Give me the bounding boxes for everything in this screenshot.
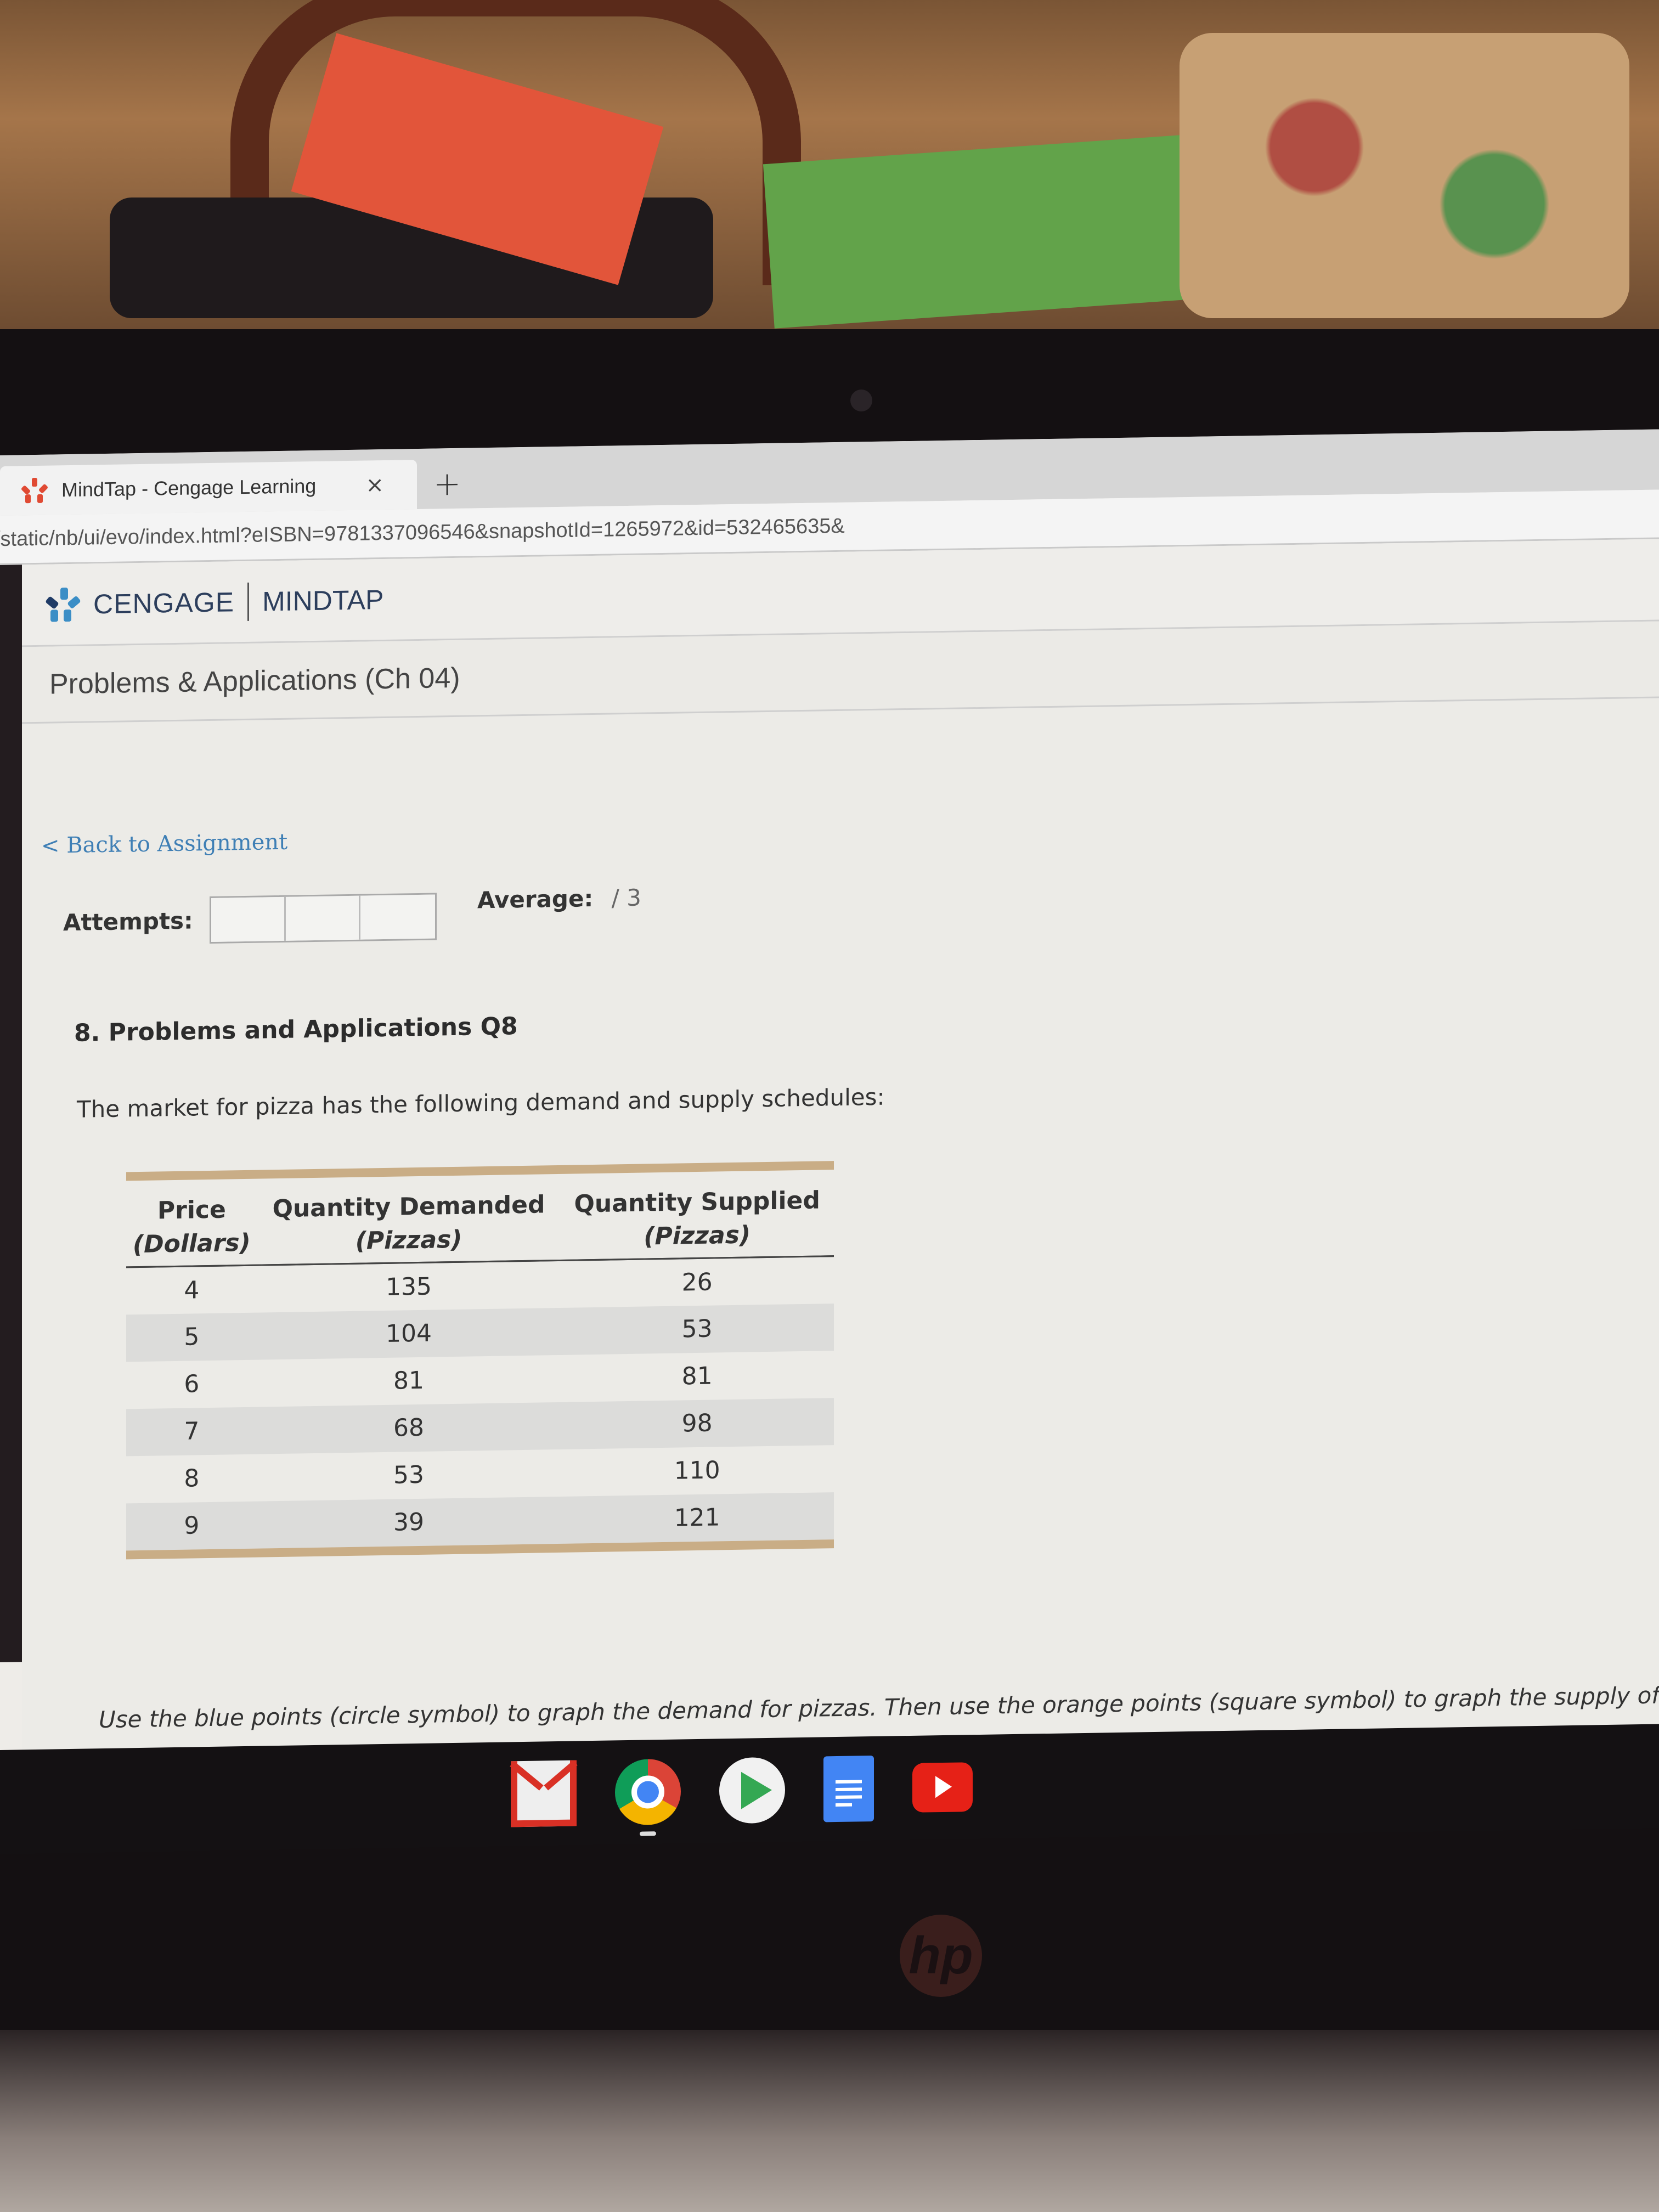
cell-supplied: 53 bbox=[560, 1303, 834, 1355]
question-intro: The market for pizza has the following d… bbox=[77, 1083, 885, 1123]
average-value: / 3 bbox=[611, 884, 641, 912]
header-quantity-supplied: Quantity Supplied bbox=[574, 1186, 820, 1218]
cell-price: 7 bbox=[126, 1407, 257, 1456]
close-tab-icon[interactable]: × bbox=[365, 472, 384, 498]
cell-supplied: 81 bbox=[681, 1362, 713, 1391]
cell-supplied: 26 bbox=[681, 1268, 713, 1297]
cell-supplied: 121 bbox=[560, 1492, 834, 1544]
cell-price: 6 bbox=[184, 1370, 200, 1398]
brand-cengage: CENGAGE bbox=[93, 586, 235, 619]
average-label: Average: bbox=[477, 885, 594, 914]
hp-logo: hp bbox=[900, 1915, 982, 1997]
mindtap-page: CENGAGE MINDTAP Problems & Applications … bbox=[22, 539, 1659, 1838]
question-title: 8. Problems and Applications Q8 bbox=[74, 1012, 518, 1047]
play-store-icon[interactable] bbox=[719, 1757, 785, 1824]
youtube-icon[interactable] bbox=[912, 1762, 973, 1813]
keyboard-deck bbox=[0, 2030, 1659, 2212]
header-supplied-unit: (Pizzas) bbox=[560, 1214, 834, 1261]
attempt-boxes bbox=[209, 893, 437, 944]
gmail-icon[interactable] bbox=[511, 1760, 577, 1827]
webcam bbox=[850, 390, 872, 411]
header-demanded-unit: (Pizzas) bbox=[257, 1218, 561, 1266]
schedule-table: Price Quantity Demanded Quantity Supplie… bbox=[126, 1161, 834, 1559]
attempt-slot bbox=[211, 896, 286, 942]
brand-mindtap: MINDTAP bbox=[262, 584, 384, 617]
attempts-label: Attempts: bbox=[63, 906, 193, 936]
cell-price: 9 bbox=[126, 1501, 257, 1550]
tab-title: MindTap - Cengage Learning bbox=[61, 474, 317, 501]
new-tab-button[interactable]: + bbox=[433, 465, 461, 504]
cell-demanded: 104 bbox=[257, 1307, 561, 1360]
running-indicator bbox=[640, 1831, 656, 1836]
cell-supplied: 110 bbox=[674, 1456, 720, 1485]
cell-demanded: 81 bbox=[393, 1366, 425, 1395]
google-docs-icon[interactable] bbox=[823, 1755, 874, 1822]
background-room-photo bbox=[0, 0, 1659, 340]
cell-demanded: 68 bbox=[257, 1402, 561, 1454]
cengage-favicon-icon bbox=[20, 477, 49, 504]
back-to-assignment-link[interactable]: < Back to Assignment bbox=[41, 830, 287, 859]
cell-price: 4 bbox=[184, 1276, 200, 1305]
chrome-icon[interactable] bbox=[615, 1758, 681, 1836]
page-title: Problems & Applications (Ch 04) bbox=[49, 662, 460, 701]
cengage-logo-icon bbox=[44, 585, 82, 624]
attempt-slot bbox=[360, 894, 435, 940]
cell-demanded: 39 bbox=[257, 1496, 561, 1549]
average-score: Average: / 3 bbox=[477, 884, 641, 914]
left-app-edge bbox=[0, 565, 22, 1662]
cell-supplied: 98 bbox=[560, 1397, 834, 1449]
cell-price: 5 bbox=[126, 1312, 257, 1362]
header-price: Price bbox=[157, 1195, 226, 1225]
laptop-screen: MindTap - Cengage Learning × + /static/n… bbox=[0, 429, 1659, 1838]
header-price-unit: (Dollars) bbox=[126, 1223, 257, 1267]
url-text[interactable]: /static/nb/ui/evo/index.html?eISBN=97813… bbox=[0, 515, 845, 551]
attempts-group: Attempts: bbox=[63, 893, 437, 946]
attempt-slot bbox=[285, 895, 360, 941]
cell-demanded: 135 bbox=[386, 1272, 432, 1301]
floral-fabric bbox=[1180, 33, 1629, 318]
browser-tab[interactable]: MindTap - Cengage Learning × bbox=[0, 460, 417, 516]
brand-divider bbox=[247, 582, 250, 621]
cell-price: 8 bbox=[184, 1464, 200, 1493]
header-quantity-demanded: Quantity Demanded bbox=[272, 1190, 545, 1223]
cell-demanded: 53 bbox=[393, 1460, 425, 1489]
